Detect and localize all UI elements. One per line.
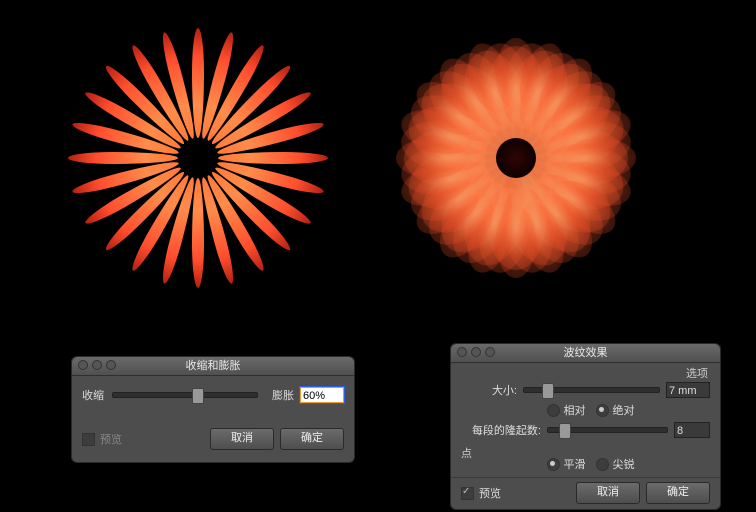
zigzag-corner-radio[interactable] [596, 458, 609, 471]
zigzag-corner-label: 尖锐 [613, 456, 635, 472]
pucker-title: 收缩和膨胀 [186, 360, 241, 372]
window-minimize-icon[interactable] [92, 360, 102, 370]
window-zoom-icon[interactable] [106, 360, 116, 370]
zigzag-size-label: 大小: [461, 382, 517, 398]
zigzag-points-label: 点 [461, 445, 472, 461]
zigzag-relative-label: 相对 [564, 402, 586, 418]
zigzag-size-slider[interactable] [523, 387, 660, 393]
window-zoom-icon[interactable] [485, 347, 495, 357]
zigzag-absolute-label: 绝对 [613, 402, 635, 418]
pucker-preview-checkbox[interactable] [82, 433, 95, 446]
zigzag-ridges-slider[interactable] [547, 427, 668, 433]
pucker-min-label: 收缩 [82, 387, 112, 403]
pucker-cancel-button[interactable]: 取消 [210, 428, 274, 450]
zigzag-preview-label: 预览 [479, 485, 501, 501]
artwork-pucker-flower [62, 22, 334, 294]
zigzag-ok-button[interactable]: 确定 [646, 482, 710, 504]
zigzag-smooth-radio[interactable] [547, 458, 560, 471]
zigzag-titlebar[interactable]: 波纹效果 [451, 344, 720, 363]
pucker-ok-button[interactable]: 确定 [280, 428, 344, 450]
window-close-icon[interactable] [78, 360, 88, 370]
pucker-max-label: 膨胀 [264, 387, 294, 403]
zigzag-preview-checkbox[interactable] [461, 487, 474, 500]
zigzag-size-input[interactable]: 7 mm [666, 382, 710, 398]
pucker-preview-label: 预览 [100, 431, 122, 447]
window-minimize-icon[interactable] [471, 347, 481, 357]
artwork-zigzag-flower [380, 22, 652, 294]
pucker-slider[interactable] [112, 392, 258, 398]
pucker-value-input[interactable]: 60% [300, 387, 344, 403]
zigzag-smooth-label: 平滑 [564, 456, 586, 472]
zigzag-title: 波纹效果 [564, 347, 608, 359]
zigzag-relative-radio[interactable] [547, 404, 560, 417]
zigzag-cancel-button[interactable]: 取消 [576, 482, 640, 504]
zigzag-ridges-input[interactable]: 8 [674, 422, 710, 438]
zigzag-ridges-label: 每段的隆起数: [461, 422, 541, 438]
zigzag-absolute-radio[interactable] [596, 404, 609, 417]
zigzag-dialog: 波纹效果 选项 大小: 7 mm 相对 绝对 每段的隆起数: 8 点 平滑 [450, 343, 721, 510]
zigzag-options-label: 选项 [686, 365, 708, 381]
pucker-bloat-dialog: 收缩和膨胀 收缩 膨胀 60% 预览 取消 确定 [71, 356, 355, 463]
pucker-titlebar[interactable]: 收缩和膨胀 [72, 357, 354, 376]
window-close-icon[interactable] [457, 347, 467, 357]
